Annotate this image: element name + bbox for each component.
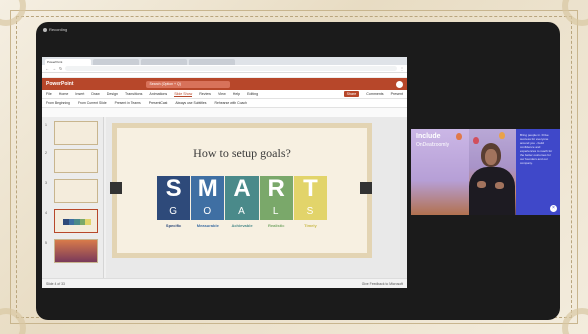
goals-letter: G bbox=[157, 202, 191, 220]
tab-file[interactable]: File bbox=[46, 92, 52, 96]
smart-word: Timely bbox=[304, 223, 317, 228]
feedback-link[interactable]: Give Feedback to Microsoft bbox=[362, 282, 403, 286]
video-background-right: Bring people in. Drive success for every… bbox=[516, 129, 560, 215]
editor-workarea: 1 2 3 4 5 How to setup goals? S G Specif… bbox=[42, 117, 407, 278]
tab-draw[interactable]: Draw bbox=[91, 92, 99, 96]
tab-design[interactable]: Design bbox=[107, 92, 118, 96]
slide-right-handle bbox=[360, 182, 372, 194]
slide-thumbnail[interactable] bbox=[54, 149, 98, 173]
browser-tab[interactable]: PowerPoint bbox=[45, 59, 91, 65]
downloads-bar bbox=[42, 291, 407, 298]
slide-thumbnail[interactable] bbox=[54, 121, 98, 145]
browser-tab[interactable] bbox=[141, 59, 187, 65]
smart-letter: T bbox=[293, 175, 328, 202]
tab-view[interactable]: View bbox=[218, 92, 226, 96]
slide-title: How to setup goals? bbox=[193, 146, 291, 160]
subtitles-button[interactable]: Always use Subtitles bbox=[175, 101, 206, 105]
slide-left-handle bbox=[110, 182, 122, 194]
comments-button[interactable]: Comments bbox=[366, 92, 383, 96]
smart-word: Achievable bbox=[231, 223, 253, 228]
thumbnail-number: 5 bbox=[45, 241, 47, 245]
person-body bbox=[469, 167, 515, 215]
powerpoint-title-bar: PowerPoint Search (Option + Q) bbox=[42, 78, 407, 90]
reload-icon[interactable]: ↻ bbox=[59, 66, 62, 71]
smart-column: A A Achievable bbox=[225, 175, 259, 231]
smart-word: Measurable bbox=[196, 223, 219, 228]
thumbnail-number: 3 bbox=[45, 181, 47, 185]
presentcast-button[interactable]: PresentCast bbox=[149, 101, 168, 105]
smart-letter: R bbox=[259, 175, 293, 202]
recording-icon bbox=[43, 27, 47, 32]
slide-counter: Slide 4 of 33 bbox=[46, 281, 65, 286]
shared-screen-browser: PowerPoint ← → ↻ ⋮ PowerPoint Search (Op… bbox=[42, 57, 407, 288]
goals-letter: O bbox=[191, 202, 225, 220]
smart-column: S G Specific bbox=[157, 175, 191, 231]
present-in-teams-button[interactable]: Present in Teams bbox=[115, 101, 141, 105]
smart-column: T S Timely bbox=[293, 175, 328, 231]
goals-letter: S bbox=[293, 202, 328, 220]
back-icon[interactable]: ← bbox=[45, 66, 49, 71]
slide-canvas: How to setup goals? S G Specific M O Mea… bbox=[106, 117, 407, 278]
slide-thumbnail[interactable] bbox=[54, 239, 98, 263]
status-bar: Slide 4 of 33 Give Feedback to Microsoft bbox=[42, 278, 407, 288]
interpreter-video-tile[interactable]: Include OnDeafzoomly Bring people in. Dr… bbox=[411, 129, 560, 215]
smart-letter: A bbox=[225, 175, 259, 202]
slide-show-ribbon: From Beginning From Current Slide Presen… bbox=[42, 99, 407, 108]
smart-word: Specific bbox=[165, 223, 182, 228]
video-subline: OnDeafzoomly bbox=[416, 142, 450, 148]
browser-tab[interactable] bbox=[189, 59, 235, 65]
tab-review[interactable]: Review bbox=[199, 92, 211, 96]
editing-dropdown[interactable]: Editing bbox=[247, 92, 258, 96]
slide-thumbnail-selected[interactable] bbox=[54, 209, 98, 233]
browser-tab[interactable] bbox=[93, 59, 139, 65]
person-face bbox=[485, 149, 497, 165]
forward-icon[interactable]: → bbox=[52, 66, 56, 71]
person-hands bbox=[471, 181, 511, 191]
video-right-text: Bring people in. Drive success for every… bbox=[520, 133, 553, 165]
address-bar-row: ← → ↻ ⋮ bbox=[42, 65, 407, 73]
tab-animations[interactable]: Animations bbox=[149, 92, 167, 96]
search-input[interactable]: Search (Option + Q) bbox=[145, 80, 230, 88]
browser-tab-bar: PowerPoint bbox=[42, 57, 407, 65]
thumbnail-smart-preview bbox=[63, 219, 91, 225]
smart-letter: M bbox=[191, 175, 225, 202]
smart-goals-graphic: S G Specific M O Measurable A A Achievab… bbox=[157, 175, 328, 231]
tab-home[interactable]: Home bbox=[59, 92, 69, 96]
video-headline: Include OnDeafzoomly bbox=[416, 133, 449, 149]
meeting-window: Recording PowerPoint ← → ↻ ⋮ PowerPoint … bbox=[36, 22, 560, 320]
slide-thumbnail-pane: 1 2 3 4 5 bbox=[42, 117, 104, 278]
recording-label: Recording bbox=[49, 27, 68, 32]
slide-thumbnail[interactable] bbox=[54, 179, 98, 203]
menu-icon[interactable]: ⋮ bbox=[400, 66, 404, 71]
from-current-slide-button[interactable]: From Current Slide bbox=[78, 101, 107, 105]
close-icon[interactable]: × bbox=[550, 205, 557, 212]
tab-transitions[interactable]: Transitions bbox=[125, 92, 142, 96]
balloon-icon bbox=[473, 137, 479, 144]
avatar[interactable] bbox=[396, 80, 403, 88]
thumbnail-number: 1 bbox=[45, 123, 47, 127]
current-slide[interactable]: How to setup goals? S G Specific M O Mea… bbox=[112, 123, 372, 258]
present-button[interactable]: Present bbox=[391, 92, 403, 96]
goals-letter: A bbox=[225, 202, 259, 220]
goals-letter: L bbox=[259, 202, 293, 220]
tab-insert[interactable]: Insert bbox=[75, 92, 84, 96]
thumbnail-number: 4 bbox=[45, 211, 47, 215]
balloon-icon bbox=[456, 133, 462, 140]
balloon-icon bbox=[499, 132, 505, 139]
from-beginning-button[interactable]: From Beginning bbox=[46, 101, 70, 105]
tab-help[interactable]: Help bbox=[233, 92, 240, 96]
smart-column: R L Realistic bbox=[259, 175, 293, 231]
share-button[interactable]: Share bbox=[343, 91, 360, 97]
recording-indicator: Recording bbox=[43, 27, 67, 32]
rehearse-button[interactable]: Rehearse with Coach bbox=[215, 101, 247, 105]
smart-letter: S bbox=[157, 175, 191, 202]
video-headline-text: Include bbox=[416, 133, 441, 140]
smart-word: Realistic bbox=[267, 223, 285, 228]
tab-slide-show[interactable]: Slide Show bbox=[174, 92, 193, 97]
smart-column: M O Measurable bbox=[191, 175, 225, 231]
ribbon-tabs: File Home Insert Draw Design Transitions… bbox=[42, 90, 407, 99]
app-name: PowerPoint bbox=[46, 81, 74, 87]
thumbnail-number: 2 bbox=[45, 151, 47, 155]
url-input[interactable] bbox=[65, 66, 397, 71]
